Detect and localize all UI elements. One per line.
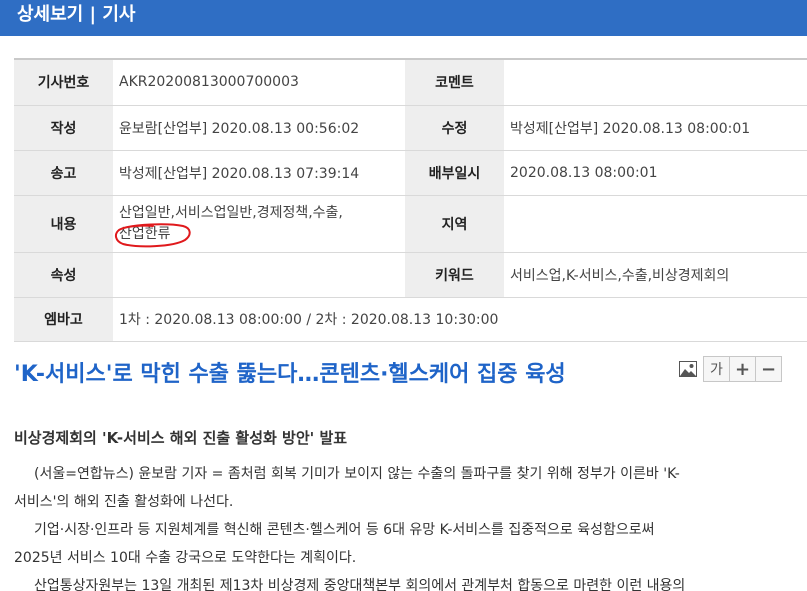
written-value: 윤보람[산업부] 2020.08.13 00:56:02 — [113, 104, 405, 151]
article-title: 'K-서비스'로 막힌 수출 뚫는다…콘텐츠·헬스케어 집중 육성 — [14, 362, 566, 387]
paragraph: (서울=연합뉴스) 윤보람 기자 = 좀처럼 회복 기미가 보이지 않는 수출의… — [34, 466, 680, 482]
paragraph: 기업·시장·인프라 등 지원체계를 혁신해 콘텐츠·헬스케어 등 6대 유망 K… — [34, 522, 655, 538]
paragraph: 2025년 서비스 10대 수출 강국으로 도약한다는 계획이다. — [14, 550, 357, 566]
embargo-value: 1차 : 2020.08.13 08:00:00 / 2차 : 2020.08.… — [113, 296, 807, 342]
keyword-label: 키워드 — [405, 251, 504, 298]
meta-row: 내용 산업일반,서비스업일반,경제정책,수출, 산업한류 지역 — [14, 194, 807, 253]
article-no-value: AKR20200813000700003 — [113, 58, 405, 106]
font-size-button[interactable]: 가 — [703, 356, 730, 382]
content-categories-line2: 산업한류 — [119, 225, 171, 242]
attribute-label: 속성 — [14, 251, 113, 298]
distributed-value: 2020.08.13 08:00:01 — [504, 149, 807, 196]
zoom-out-button[interactable]: − — [755, 356, 782, 382]
page-header-title: 상세보기 | 기사 — [17, 4, 136, 25]
page-header: 상세보기 | 기사 — [0, 0, 807, 36]
paragraph: 산업통상자원부는 13일 개최된 제13차 비상경제 중앙대책본부 회의에서 관… — [34, 578, 686, 591]
meta-row: 엠바고 1차 : 2020.08.13 08:00:00 / 2차 : 2020… — [14, 296, 807, 342]
meta-row: 기사번호 AKR20200813000700003 코멘트 — [14, 58, 807, 106]
comment-label: 코멘트 — [405, 58, 504, 106]
zoom-in-button[interactable]: + — [729, 356, 756, 382]
region-value — [504, 194, 807, 253]
article-toolbar: 가 + − — [676, 356, 782, 382]
embargo-label: 엠바고 — [14, 296, 113, 342]
modified-value: 박성제[산업부] 2020.08.13 08:00:01 — [504, 104, 807, 151]
article-subtitle: 비상경제회의 'K-서비스 해외 진출 활성화 방안' 발표 — [14, 429, 348, 447]
content-categories-line1: 산업일반,서비스업일반,경제정책,수출, — [119, 204, 343, 221]
comment-value — [504, 58, 807, 106]
meta-row: 송고 박성제[산업부] 2020.08.13 07:39:14 배부일시 202… — [14, 149, 807, 196]
meta-row: 속성 키워드 서비스업,K-서비스,수출,비상경제회의 — [14, 251, 807, 298]
image-icon[interactable] — [676, 357, 700, 381]
article-meta-table: 기사번호 AKR20200813000700003 코멘트 작성 윤보람[산업부… — [14, 58, 807, 342]
content-label: 내용 — [14, 194, 113, 253]
article-no-label: 기사번호 — [14, 58, 113, 106]
attribute-value — [113, 251, 405, 298]
written-label: 작성 — [14, 104, 113, 151]
article-body: (서울=연합뉴스) 윤보람 기자 = 좀처럼 회복 기미가 보이지 않는 수출의… — [14, 460, 799, 591]
region-label: 지역 — [405, 194, 504, 253]
sent-value: 박성제[산업부] 2020.08.13 07:39:14 — [113, 149, 405, 196]
meta-row: 작성 윤보람[산업부] 2020.08.13 00:56:02 수정 박성제[산… — [14, 104, 807, 151]
sent-label: 송고 — [14, 149, 113, 196]
paragraph: 서비스'의 해외 진출 활성화에 나선다. — [14, 494, 234, 510]
modified-label: 수정 — [405, 104, 504, 151]
distributed-label: 배부일시 — [405, 149, 504, 196]
content-value: 산업일반,서비스업일반,경제정책,수출, 산업한류 — [113, 194, 405, 253]
keyword-value: 서비스업,K-서비스,수출,비상경제회의 — [504, 251, 807, 298]
